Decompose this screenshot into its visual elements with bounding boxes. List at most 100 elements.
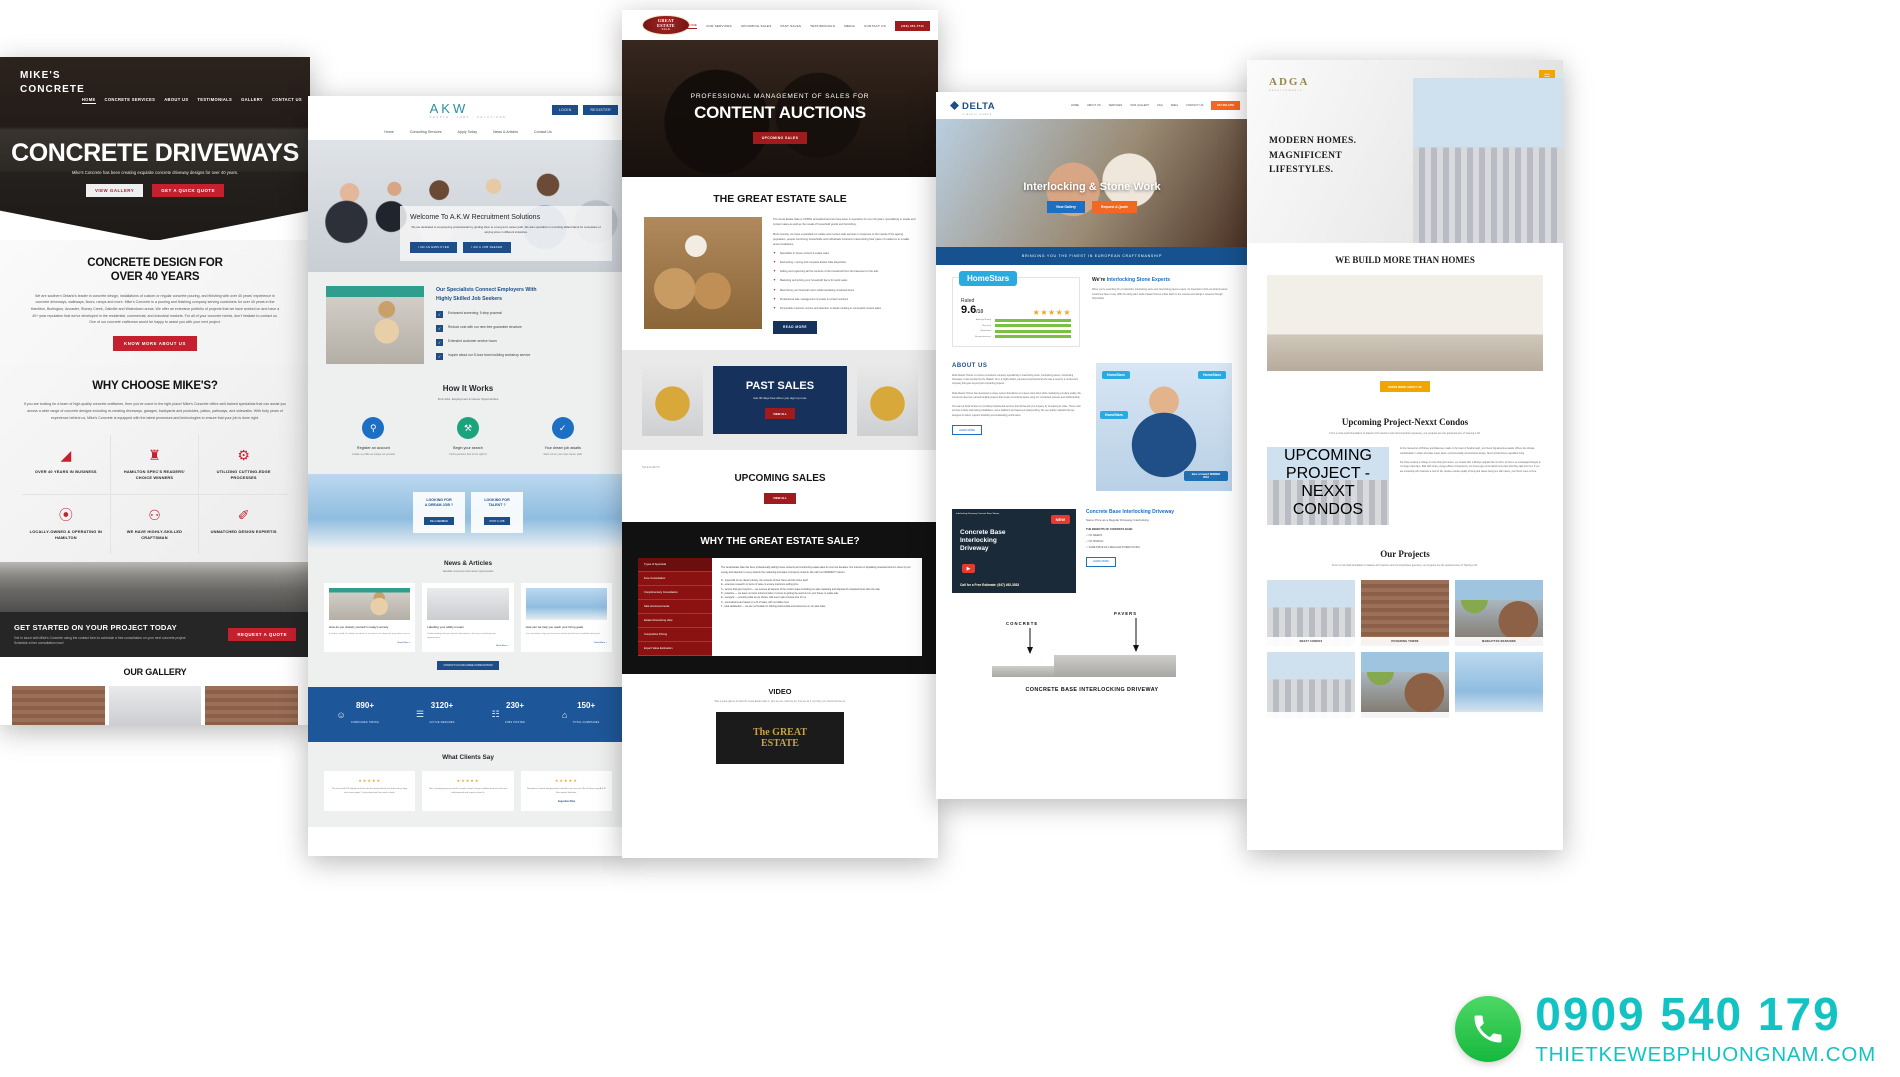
m4-nav-item-home[interactable]: HOME (1071, 104, 1079, 107)
bullet-text: Selling and organizing all the contents … (779, 270, 879, 274)
why-tab[interactable]: Competitive Pricing (638, 628, 712, 643)
get-quick-quote-button[interactable]: GET A QUICK QUOTE (152, 184, 225, 197)
mockup-mikes-concrete[interactable]: MIKE'S CONCRETE HOME CONCRETE SERVICES A… (0, 57, 310, 725)
post-a-job-button[interactable]: POST A JOB (483, 517, 511, 526)
project-cell[interactable] (1455, 651, 1543, 718)
m1-nav-item-testimonials[interactable]: TESTIMONIALS (197, 97, 232, 104)
know-more-about-us-button[interactable]: KNOW MORE ABOUT US (1380, 381, 1430, 392)
promo-video[interactable]: Interlocking Driveway Concrete Base Show… (952, 509, 1076, 593)
news-card-readmore[interactable]: Read More > (329, 642, 411, 644)
bullet-text: Professional sale management of estate &… (779, 297, 849, 301)
stat-label: TOTAL COMPANIES (572, 721, 600, 725)
why-tab[interactable]: Free Consultation (638, 572, 712, 587)
m2-nav-item-news[interactable]: News & Articles (493, 130, 518, 134)
know-more-about-us-button[interactable]: KNOW MORE ABOUT US (113, 335, 197, 351)
m2-logo[interactable]: AKW PEOPLE - JOBS - SOLUTIONS (430, 101, 507, 119)
why-tab[interactable]: Expert Value Estimation (638, 642, 712, 657)
project-cell[interactable]: MANHATTAN MANSIONS (1455, 579, 1543, 646)
project-cell[interactable]: PICKERING TOWNS (1361, 579, 1449, 646)
m1-nav-item-services[interactable]: CONCRETE SERVICES (105, 97, 156, 104)
m2-nav[interactable]: Home Consulting Services Apply Today New… (308, 126, 628, 140)
why-tab[interactable]: Types of Appraisal (638, 558, 712, 573)
employer-button[interactable]: I AM AN EMPLOYER (410, 241, 458, 253)
read-more-button[interactable]: READ MORE (773, 320, 817, 334)
m1-nav-item-about[interactable]: ABOUT US (164, 97, 188, 104)
m1-nav-item-gallery[interactable]: GALLERY (241, 97, 263, 104)
news-card[interactable]: How do you classify yourself in today's … (324, 583, 416, 653)
why-tab[interactable]: Sale Announcements (638, 600, 712, 615)
m4-nav-item-contact[interactable]: CONTACT US (1186, 104, 1203, 107)
promo-learn-more-button[interactable]: LEARN MORE (1086, 556, 1116, 567)
m2-hero-buttons[interactable]: I AM AN EMPLOYER I AM A JOB SEEKER (410, 241, 602, 253)
m2-nav-item-consulting[interactable]: Consulting Services (410, 130, 442, 134)
why-tab[interactable]: Estate Downsizing Help (638, 614, 712, 629)
m1-nav-item-contact[interactable]: CONTACT US (272, 97, 302, 104)
mockup-adga-developments[interactable]: ADGA DEVELOPMENTS ☰ MODERN HOMES. MAGNIF… (1247, 60, 1563, 850)
m3-hero: PROFESSIONAL MANAGEMENT OF SALES FOR CON… (622, 40, 938, 177)
gallery-thumb[interactable] (205, 686, 299, 725)
looking-for-talent-box[interactable]: LOOKING FOR TALENT ? POST A JOB (471, 492, 523, 533)
news-card[interactable]: Labelling your ability to learn Understa… (422, 583, 514, 653)
m3-nav-item-media[interactable]: MEDIA (844, 24, 855, 28)
m4-logo[interactable]: DELTA CLASSIC HOMES (950, 96, 995, 116)
chart-growth-icon: ◢ (60, 447, 72, 464)
m3-phone-button[interactable]: (416) 451-7711 (894, 21, 930, 31)
m1-hero-buttons[interactable]: VIEW GALLERY GET A QUICK QUOTE (0, 184, 310, 197)
m3-nav-item-upcoming[interactable]: UPCOMING SALES (741, 24, 772, 28)
jobseeker-button[interactable]: I AM A JOB SEEKER (463, 241, 511, 253)
m2-nav-item-home[interactable]: Home (384, 130, 394, 134)
m2-nav-item-contact[interactable]: Contact Us (534, 130, 552, 134)
view-gallery-button[interactable]: View Gallery (1046, 201, 1085, 213)
m1-logo[interactable]: MIKE'S CONCRETE (20, 69, 85, 96)
news-card-readmore[interactable]: Read More > (427, 645, 509, 647)
be-a-member-button[interactable]: BE A MEMBER (424, 517, 454, 526)
m3-nav-item-contact[interactable]: CONTACT US (864, 24, 886, 28)
m5-logo[interactable]: ADGA DEVELOPMENTS (1269, 72, 1309, 92)
request-a-quote-button[interactable]: REQUEST A QUOTE (228, 627, 296, 641)
m3-nav-item-testimonials[interactable]: TESTIMONIALS (810, 24, 835, 28)
m3-nav-item-services[interactable]: OUR SERVICES (706, 24, 732, 28)
m3-nav-item-past[interactable]: PAST SALES (780, 24, 801, 28)
m4-nav-item-about[interactable]: ABOUT US (1087, 104, 1101, 107)
upcoming-view-all-button[interactable]: VIEW ALL (764, 492, 796, 504)
m4-phone-button[interactable]: 647-984-1650 (1211, 101, 1240, 110)
m4-nav-item-area[interactable]: AREA (1171, 104, 1178, 107)
m2-auth-buttons[interactable]: LOGIN REGISTER (551, 105, 618, 115)
m2-blue-boxes[interactable]: LOOKING FOR A DREAM JOB ? BE A MEMBER LO… (413, 492, 523, 533)
learn-more-button[interactable]: LEARN MORE (952, 425, 982, 436)
news-card[interactable]: How can we help you reach your hiring go… (520, 583, 612, 653)
m3-why-tabs[interactable]: Types of Appraisal Free Consultation Com… (638, 558, 712, 657)
project-cell[interactable] (1361, 651, 1449, 718)
why-tab[interactable]: Complimentary Consultation (638, 586, 712, 601)
m4-nav-item-gallery[interactable]: OUR GALLERY (1130, 104, 1149, 107)
m1-nav-item-home[interactable]: HOME (81, 97, 96, 104)
past-view-all-button[interactable]: VIEW ALL (765, 408, 795, 420)
request-quote-button[interactable]: Request A Quote (1091, 201, 1138, 213)
looking-for-job-box[interactable]: LOOKING FOR A DREAM JOB ? BE A MEMBER (413, 492, 465, 533)
m3-nav-item-home[interactable]: HOME (686, 23, 698, 30)
m2-nav-item-apply[interactable]: Apply Today (458, 130, 478, 134)
video-player[interactable]: The GREAT ESTATE (716, 712, 844, 765)
gallery-thumb[interactable] (12, 686, 105, 725)
project-cell[interactable] (1267, 651, 1355, 718)
m1-nav[interactable]: HOME CONCRETE SERVICES ABOUT US TESTIMON… (81, 97, 302, 104)
m5-upcoming-section: Upcoming Project-Nexxt Condos From a roc… (1247, 406, 1563, 540)
m4-nav[interactable]: HOME ABOUT US SERVICES OUR GALLERY FAQ A… (1071, 101, 1240, 110)
view-gallery-button[interactable]: VIEW GALLERY (85, 184, 144, 197)
play-icon[interactable]: ▶ (962, 564, 975, 573)
m3-nav[interactable]: HOME OUR SERVICES UPCOMING SALES PAST SA… (686, 21, 930, 31)
upcoming-sales-button[interactable]: UPCOMING SALES (752, 132, 808, 144)
m1-gallery-row[interactable] (0, 678, 310, 725)
gallery-thumb[interactable] (108, 686, 202, 725)
m3-logo[interactable]: GREAT ESTATE SALE (642, 15, 690, 35)
free-consultation-button[interactable]: CONTACT US FOR A FREE CONSULTATION (436, 661, 500, 671)
register-button[interactable]: REGISTER (583, 105, 618, 115)
m4-nav-item-faq[interactable]: FAQ (1157, 104, 1162, 107)
mockup-delta-classic-homes[interactable]: DELTA CLASSIC HOMES HOME ABOUT US SERVIC… (936, 92, 1248, 799)
news-card-readmore[interactable]: Read More > (526, 642, 607, 644)
m4-nav-item-services[interactable]: SERVICES (1109, 104, 1123, 107)
mockup-akw-recruitment[interactable]: AKW PEOPLE - JOBS - SOLUTIONS LOGIN REGI… (308, 96, 628, 856)
mockup-great-estate-sale[interactable]: GREAT ESTATE SALE HOME OUR SERVICES UPCO… (622, 10, 938, 858)
project-cell[interactable]: NEXXT CONDOS (1267, 579, 1355, 646)
login-button[interactable]: LOGIN (551, 105, 579, 115)
